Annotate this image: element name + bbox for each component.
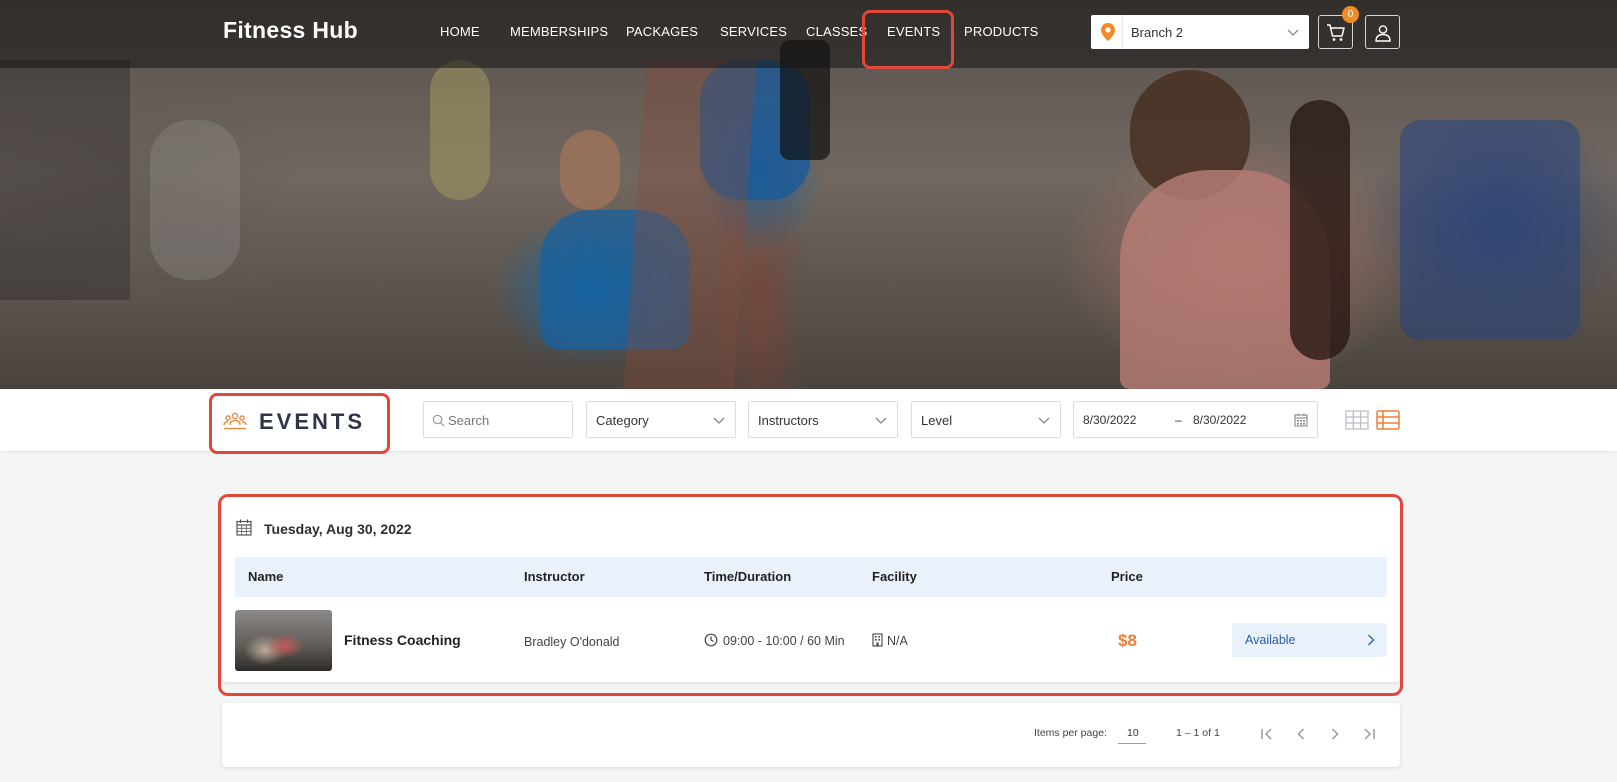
nav-packages[interactable]: PACKAGES [626, 24, 698, 39]
nav-products[interactable]: PRODUCTS [964, 24, 1039, 39]
event-time: 09:00 - 10:00 / 60 Min [723, 634, 845, 648]
chevron-down-icon [713, 417, 725, 424]
event-instructor: Bradley O'donald [524, 635, 620, 649]
column-header-name: Name [248, 569, 284, 584]
location-pin-icon [1101, 23, 1115, 41]
nav-events-highlight [862, 10, 954, 69]
nav-memberships[interactable]: MEMBERSHIPS [510, 24, 608, 39]
chevron-down-icon [875, 417, 887, 424]
column-header-facility: Facility [872, 569, 917, 584]
column-header-instructor: Instructor [524, 569, 585, 584]
column-header-time: Time/Duration [704, 569, 792, 584]
page-range: 1 – 1 of 1 [1176, 727, 1220, 739]
chevron-down-icon [1287, 29, 1299, 36]
previous-page-icon[interactable] [1290, 723, 1312, 745]
level-select[interactable]: Level [911, 401, 1061, 438]
date-separator: – [1175, 413, 1182, 427]
calendar-icon[interactable] [1294, 413, 1308, 427]
nav-home[interactable]: HOME [440, 24, 480, 39]
category-value: Category [596, 413, 649, 428]
last-page-icon[interactable] [1358, 723, 1380, 745]
items-per-page-select[interactable]: 10 [1118, 722, 1146, 744]
available-label: Available [1245, 633, 1296, 647]
group-icon [223, 412, 247, 430]
paginator [222, 703, 1400, 767]
search-placeholder: Search [448, 413, 490, 428]
instructors-value: Instructors [758, 413, 819, 428]
available-button[interactable]: Available [1232, 623, 1387, 657]
chevron-right-icon [1368, 634, 1375, 646]
table-header [235, 557, 1387, 597]
event-facility: N/A [887, 634, 908, 648]
search-icon [432, 414, 445, 427]
schedule-date: Tuesday, Aug 30, 2022 [264, 521, 412, 537]
cart-count-badge: 0 [1342, 6, 1359, 23]
date-to[interactable]: 8/30/2022 [1193, 413, 1246, 427]
nav-classes[interactable]: CLASSES [806, 24, 867, 39]
grid-view-icon[interactable] [1345, 410, 1369, 430]
level-value: Level [921, 413, 953, 428]
chevron-down-icon [1038, 417, 1050, 424]
date-from[interactable]: 8/30/2022 [1083, 413, 1136, 427]
clock-icon [704, 633, 718, 647]
event-thumbnail[interactable] [235, 610, 332, 671]
branch-value: Branch 2 [1131, 25, 1184, 40]
brand-logo[interactable]: Fitness Hub [223, 17, 358, 44]
cart-icon [1327, 24, 1345, 41]
building-icon [872, 633, 883, 647]
next-page-icon[interactable] [1324, 723, 1346, 745]
branch-select[interactable]: Branch 2 [1091, 15, 1309, 49]
column-header-price: Price [1111, 569, 1143, 584]
account-button[interactable] [1365, 15, 1400, 49]
list-view-icon[interactable] [1376, 410, 1400, 430]
date-range-picker[interactable]: 8/30/2022 – 8/30/2022 [1073, 401, 1318, 438]
page-title: EVENTS [259, 409, 366, 434]
instructors-select[interactable]: Instructors [748, 401, 898, 438]
calendar-icon [236, 519, 252, 536]
items-per-page-label: Items per page: [1034, 727, 1107, 739]
nav-services[interactable]: SERVICES [720, 24, 787, 39]
category-select[interactable]: Category [586, 401, 736, 438]
event-price: $8 [1118, 631, 1137, 650]
event-name[interactable]: Fitness Coaching [344, 632, 461, 648]
first-page-icon[interactable] [1256, 723, 1278, 745]
search-input[interactable]: Search [423, 401, 573, 438]
user-icon [1375, 25, 1391, 42]
